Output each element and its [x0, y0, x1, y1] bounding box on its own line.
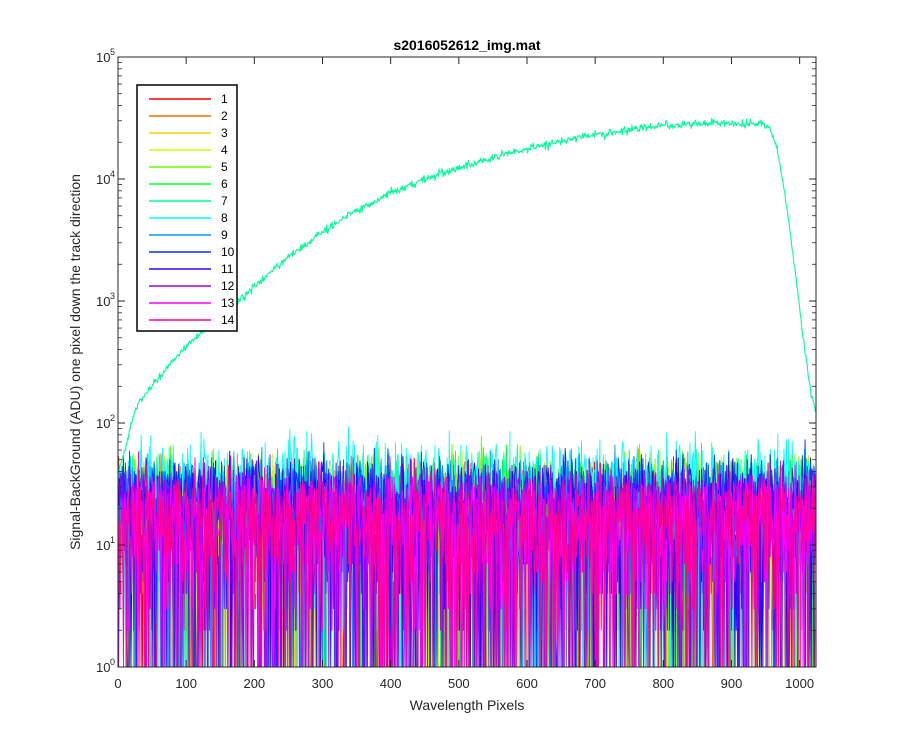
legend-label-1: 1 [221, 92, 228, 106]
legend-label-2: 2 [221, 109, 228, 123]
x-axis-label: Wavelength Pixels [410, 697, 525, 713]
y-tick-label: 10 [96, 660, 110, 675]
legend-label-11: 11 [221, 262, 234, 276]
x-tick-label: 600 [516, 676, 538, 691]
y-tick-label: 10 [96, 294, 110, 309]
x-tick-label: 300 [312, 676, 334, 691]
legend-label-4: 4 [221, 143, 228, 157]
legend-label-7: 7 [221, 194, 228, 208]
x-tick-label: 1000 [785, 676, 814, 691]
x-tick-label: 500 [448, 676, 470, 691]
y-tick-exponent: 2 [110, 413, 115, 423]
chart: s2016052612_img.mat 0 100 200 300 400 500 600 7… [0, 0, 900, 750]
y-tick-label: 10 [96, 172, 110, 187]
y-tick-exponent: 4 [110, 169, 115, 179]
legend-label-6: 6 [221, 177, 228, 191]
y-tick-exponent: 1 [110, 535, 115, 545]
y-tick-exponent: 3 [110, 291, 115, 301]
x-tick-label: 900 [721, 676, 743, 691]
x-tick-label: 400 [380, 676, 402, 691]
x-tick-label: 800 [652, 676, 674, 691]
legend: 1234567891011121314 [136, 84, 238, 332]
y-tick-label: 10 [96, 416, 110, 431]
chart-title: s2016052612_img.mat [393, 37, 540, 53]
y-tick-exponent: 5 [110, 47, 115, 57]
x-tick-label: 200 [243, 676, 265, 691]
legend-label-3: 3 [221, 126, 228, 140]
legend-label-14: 14 [221, 313, 235, 327]
x-tick-label: 0 [114, 676, 121, 691]
y-tick-label: 10 [96, 538, 110, 553]
legend-label-5: 5 [221, 160, 228, 174]
x-tick-label: 100 [175, 676, 197, 691]
legend-label-8: 8 [221, 211, 228, 225]
y-tick-exponent: 0 [110, 657, 115, 667]
legend-label-12: 12 [221, 279, 235, 293]
x-tick-label: 700 [584, 676, 606, 691]
y-axis-label: Signal-BackGround (ADU) one pixel down t… [67, 174, 83, 550]
legend-label-10: 10 [221, 245, 235, 259]
legend-label-9: 9 [221, 228, 228, 242]
y-tick-label: 10 [96, 50, 110, 65]
legend-label-13: 13 [221, 296, 235, 310]
